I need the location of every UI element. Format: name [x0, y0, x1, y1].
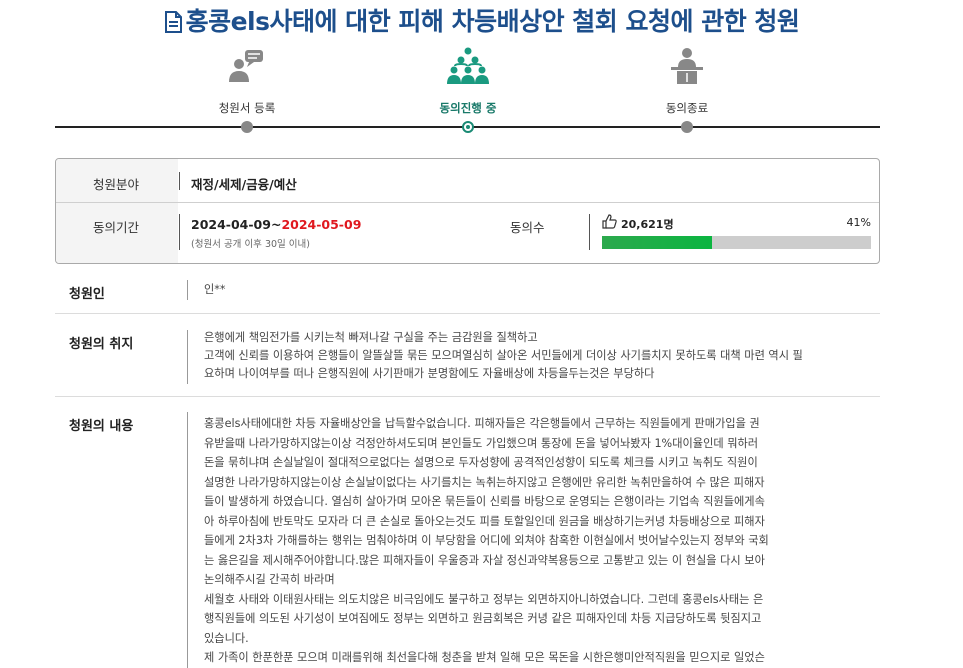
content-line: 있습니다.	[204, 631, 249, 645]
step-marker-active	[462, 121, 474, 133]
purpose-line: 고객에 신뢰를 이용하여 은행들이 알뜰살뜰 묶든 모으며열심히 살아온 서민들…	[204, 349, 803, 362]
progress-steps: 청원서 등록 동의진행 중 동의종료	[55, 44, 880, 139]
step-label: 동의종료	[665, 101, 709, 115]
period-row: 동의기간 2024-04-09~2024-05-09 (청원서 공개 이후 30…	[56, 203, 879, 263]
period-note: (청원서 공개 이후 30일 이내)	[191, 239, 310, 250]
consent-count: 20,621명	[621, 217, 674, 231]
thumbs-up-icon	[602, 214, 617, 233]
petition-title-text: 홍콩els사태에 대한 피해 차등배상안 철회 요청에 관한 청원	[185, 7, 800, 36]
content-line: 들이 발생하게 하였습니다. 열심히 살아가며 모아온 묶든들이 신뢰를 바탕으…	[204, 495, 765, 508]
people-group-icon	[447, 47, 489, 89]
period-end: 2024-05-09	[281, 217, 362, 232]
content-text: 홍콩els사태에대한 차등 자율배상안을 납득할수없습니다. 피해자들은 각은행…	[204, 414, 856, 668]
step-registration: 청원서 등록	[177, 44, 317, 133]
purpose-label: 청원의 취지	[69, 337, 134, 352]
page-title: 홍콩els사태에 대한 피해 차등배상안 철회 요청에 관한 청원	[0, 2, 963, 39]
step-label: 동의진행 중	[439, 101, 497, 115]
consent-progress-fill	[602, 236, 713, 249]
content-line: 돈을 묶히냐며 손실날일이 절대적으로없다는 설명으로 두자성향에 공격적인성향…	[204, 456, 758, 469]
consent-percent: 41%	[846, 216, 871, 229]
content-line: 행직원들에 의도된 사기성이 보여짐에도 정부는 외면하고 원금회복은 커녕 같…	[204, 612, 762, 625]
person-speech-icon	[227, 48, 267, 88]
period-dates: 2024-04-09~2024-05-09	[191, 217, 361, 232]
step-marker	[241, 121, 253, 133]
content-line: 세월호 사태와 이태원사태는 의도치않은 비극임에도 불구하고 정부는 외면하지…	[204, 592, 764, 606]
field-label: 청원분야	[93, 177, 140, 192]
content-line: 설명한 나라가망하지않는이상 손실날이없다는 사기를치는 녹취는하지않고 은행에…	[204, 475, 765, 489]
content-line: 제 가족이 한푼한푼 모으며 미래를위해 최선을다해 청춘을 받쳐 일해 모은 …	[204, 651, 765, 664]
step-closed: 동의종료	[617, 44, 757, 133]
purpose-text: 은행에게 책임전가를 시키는척 빠져나갈 구실을 주는 금감원을 질책하고 고객…	[204, 329, 856, 383]
document-icon	[164, 10, 182, 39]
consent-label: 동의수	[510, 220, 545, 235]
content-line: 아 하루아침에 반토막도 모자라 더 큰 손실로 돌아오는것도 피를 토할일인데…	[204, 514, 765, 528]
field-value: 재정/세제/금융/예산	[191, 177, 297, 192]
field-row: 청원분야 재정/세제/금융/예산	[56, 159, 879, 203]
petitioner-value: 인**	[204, 283, 226, 296]
section-divider	[55, 396, 880, 397]
content-line: 논의해주시길 간곡히 바라며	[204, 573, 335, 586]
period-label: 동의기간	[93, 220, 140, 235]
podium-speaker-icon	[669, 47, 705, 89]
consent-progress-bar	[602, 236, 871, 249]
consent-count-wrap: 20,621명	[602, 214, 674, 233]
petitioner-label: 청원인	[69, 287, 105, 302]
content-line: 홍콩els사태에대한 차등 자율배상안을 납득할수없습니다. 피해자들은 각은행…	[204, 417, 760, 430]
content-line: 는 옳은길을 제시해주어야합니다.많은 피해자들이 우울증과 자살 정신과약복용…	[204, 553, 765, 567]
purpose-line: 은행에게 책임전가를 시키는척 빠져나갈 구실을 주는 금감원을 질책하고	[204, 331, 538, 344]
step-label: 청원서 등록	[218, 101, 276, 115]
step-in-progress: 동의진행 중	[398, 44, 538, 133]
petition-info-box: 청원분야 재정/세제/금융/예산 동의기간 2024-04-09~2024-05…	[55, 158, 880, 264]
content-label: 청원의 내용	[69, 419, 134, 434]
content-line: 유받을때 나라가망하지않는이상 걱정안하셔도되며 본인들도 가입했으며 통장에 …	[204, 436, 759, 450]
content-line: 들에게 2차3차 가해를하는 행위는 멈춰야하며 이 부당함을 어디에 외쳐야 …	[204, 534, 769, 547]
step-marker	[681, 121, 693, 133]
purpose-line: 요하며 나이여부를 떠나 은행직원에 사기판매가 분명함에도 자율배상에 차등을…	[204, 367, 655, 380]
section-divider	[55, 313, 880, 314]
period-start: 2024-04-09~	[191, 217, 282, 232]
